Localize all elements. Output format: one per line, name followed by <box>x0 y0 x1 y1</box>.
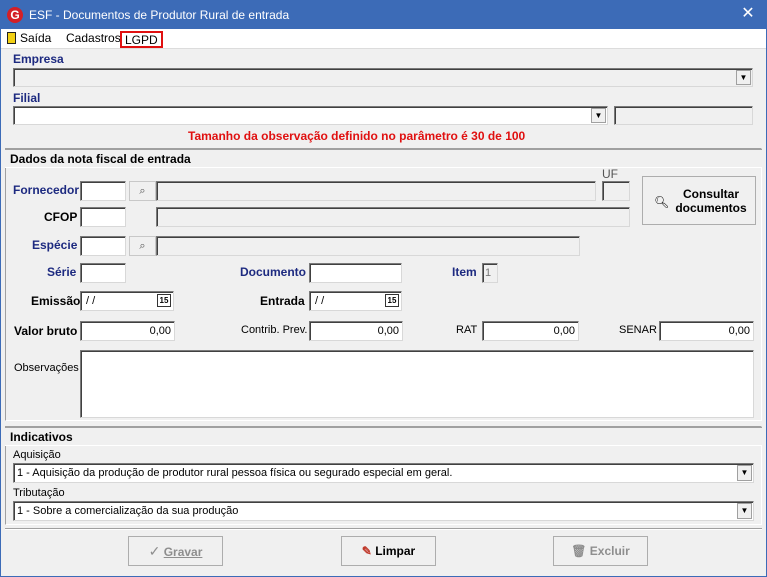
especie-search-button[interactable]: ⌕ <box>129 236 156 256</box>
uf-label: UF <box>602 167 618 181</box>
title-bar: G ESF - Documentos de Produtor Rural de … <box>1 1 766 29</box>
binoculars-icon: ⌕ <box>139 240 146 252</box>
gravar-button[interactable]: ✓ Gravar <box>128 536 223 566</box>
close-icon[interactable]: ✕ <box>736 4 760 24</box>
checkmark-icon: ✓ <box>148 543 161 559</box>
gravar-label: Gravar <box>163 545 203 559</box>
item-value: 1 <box>485 267 492 279</box>
item-label: Item <box>452 265 477 279</box>
especie-label: Espécie <box>32 238 78 252</box>
tributacao-value: 1 - Sobre a comercialização da sua produ… <box>17 505 239 517</box>
aquisicao-value: 1 - Aquisição da produção de produtor ru… <box>17 467 453 479</box>
emissao-date-input[interactable]: / / 15 <box>80 291 174 311</box>
senar-value: 0,00 <box>728 325 750 337</box>
filial-description-field <box>614 106 753 125</box>
observacoes-label: Observações <box>14 362 79 374</box>
excluir-button[interactable]: 🗑︎ Excluir <box>553 536 648 566</box>
window: G ESF - Documentos de Produtor Rural de … <box>0 0 767 577</box>
rat-label: RAT <box>456 324 478 336</box>
exit-door-icon <box>7 32 16 44</box>
chevron-down-icon[interactable]: ▼ <box>737 465 752 481</box>
search-documents-icon: 🔍︎ <box>654 195 670 209</box>
filial-select[interactable]: ▼ <box>13 106 608 125</box>
filial-label: Filial <box>13 91 41 105</box>
calendar-icon[interactable]: 15 <box>385 294 399 307</box>
emissao-label: Emissão <box>31 294 81 308</box>
especie-code-input[interactable] <box>80 236 126 256</box>
aquisicao-select[interactable]: 1 - Aquisição da produção de produtor ru… <box>13 463 754 483</box>
valor-bruto-label: Valor bruto <box>14 324 78 338</box>
consultar-label-2: documentos <box>675 201 747 215</box>
menu-lgpd[interactable]: LGPD <box>120 31 163 48</box>
contrib-prev-label: Contrib. Prev. <box>241 324 308 336</box>
senar-input[interactable]: 0,00 <box>659 321 754 341</box>
trash-icon: 🗑︎ <box>571 544 587 558</box>
tributacao-label: Tributação <box>13 487 65 499</box>
binoculars-icon: ⌕ <box>139 185 146 197</box>
empresa-label: Empresa <box>13 52 64 66</box>
limpar-button[interactable]: ✎ Limpar <box>341 536 436 566</box>
emissao-value: / / <box>86 295 96 307</box>
chevron-down-icon[interactable]: ▼ <box>736 70 751 85</box>
aquisicao-label: Aquisição <box>13 449 61 461</box>
eraser-broom-icon: ✎ <box>361 544 372 558</box>
limpar-label: Limpar <box>375 544 416 558</box>
senar-label: SENAR <box>619 324 657 336</box>
observation-warning: Tamanho da observação definido no parâme… <box>188 129 526 143</box>
documento-input[interactable] <box>309 263 402 283</box>
indicativos-section-header: Indicativos <box>5 427 762 446</box>
nota-section-header: Dados da nota fiscal de entrada <box>5 149 762 168</box>
contrib-prev-value: 0,00 <box>377 325 399 337</box>
calendar-icon[interactable]: 15 <box>157 294 171 307</box>
contrib-prev-input[interactable]: 0,00 <box>309 321 403 341</box>
item-field: 1 <box>482 263 498 283</box>
fornecedor-code-input[interactable] <box>80 181 126 201</box>
window-title: ESF - Documentos de Produtor Rural de en… <box>29 8 290 22</box>
valor-bruto-input[interactable]: 0,00 <box>80 321 175 341</box>
chevron-down-icon[interactable]: ▼ <box>591 108 606 123</box>
bottom-divider <box>5 528 762 530</box>
rat-value: 0,00 <box>553 325 575 337</box>
uf-field <box>602 181 630 201</box>
serie-label: Série <box>47 265 77 279</box>
especie-description-field <box>156 236 580 256</box>
serie-input[interactable] <box>80 263 126 283</box>
entrada-value: / / <box>315 295 325 307</box>
fornecedor-search-button[interactable]: ⌕ <box>129 181 156 201</box>
chevron-down-icon[interactable]: ▼ <box>737 503 752 519</box>
observacoes-textarea[interactable] <box>80 350 754 418</box>
documento-label: Documento <box>240 265 306 279</box>
rat-input[interactable]: 0,00 <box>482 321 579 341</box>
excluir-label: Excluir <box>589 544 630 558</box>
menu-bar: Saída Cadastros LGPD <box>1 29 766 49</box>
menu-saida[interactable]: Saída <box>4 31 54 48</box>
valor-bruto-value: 0,00 <box>149 325 171 337</box>
cfop-input[interactable] <box>80 207 126 227</box>
empresa-select[interactable]: ▼ <box>13 68 753 87</box>
cfop-description-field <box>156 207 630 227</box>
consultar-label-1: Consultar <box>682 187 739 201</box>
cfop-label: CFOP <box>44 210 78 224</box>
entrada-date-input[interactable]: / / 15 <box>309 291 402 311</box>
menu-saida-label: Saída <box>20 31 52 45</box>
menu-cadastros[interactable]: Cadastros <box>63 31 124 48</box>
indicativos-title: Indicativos <box>10 430 73 444</box>
fornecedor-label: Fornecedor <box>13 183 80 197</box>
consultar-documentos-button[interactable]: 🔍︎ Consultar documentos <box>642 176 756 225</box>
tributacao-select[interactable]: 1 - Sobre a comercialização da sua produ… <box>13 501 754 521</box>
fornecedor-name-field <box>156 181 596 201</box>
nota-section-title: Dados da nota fiscal de entrada <box>10 152 191 166</box>
app-logo-icon: G <box>7 7 23 23</box>
entrada-label: Entrada <box>260 294 305 308</box>
